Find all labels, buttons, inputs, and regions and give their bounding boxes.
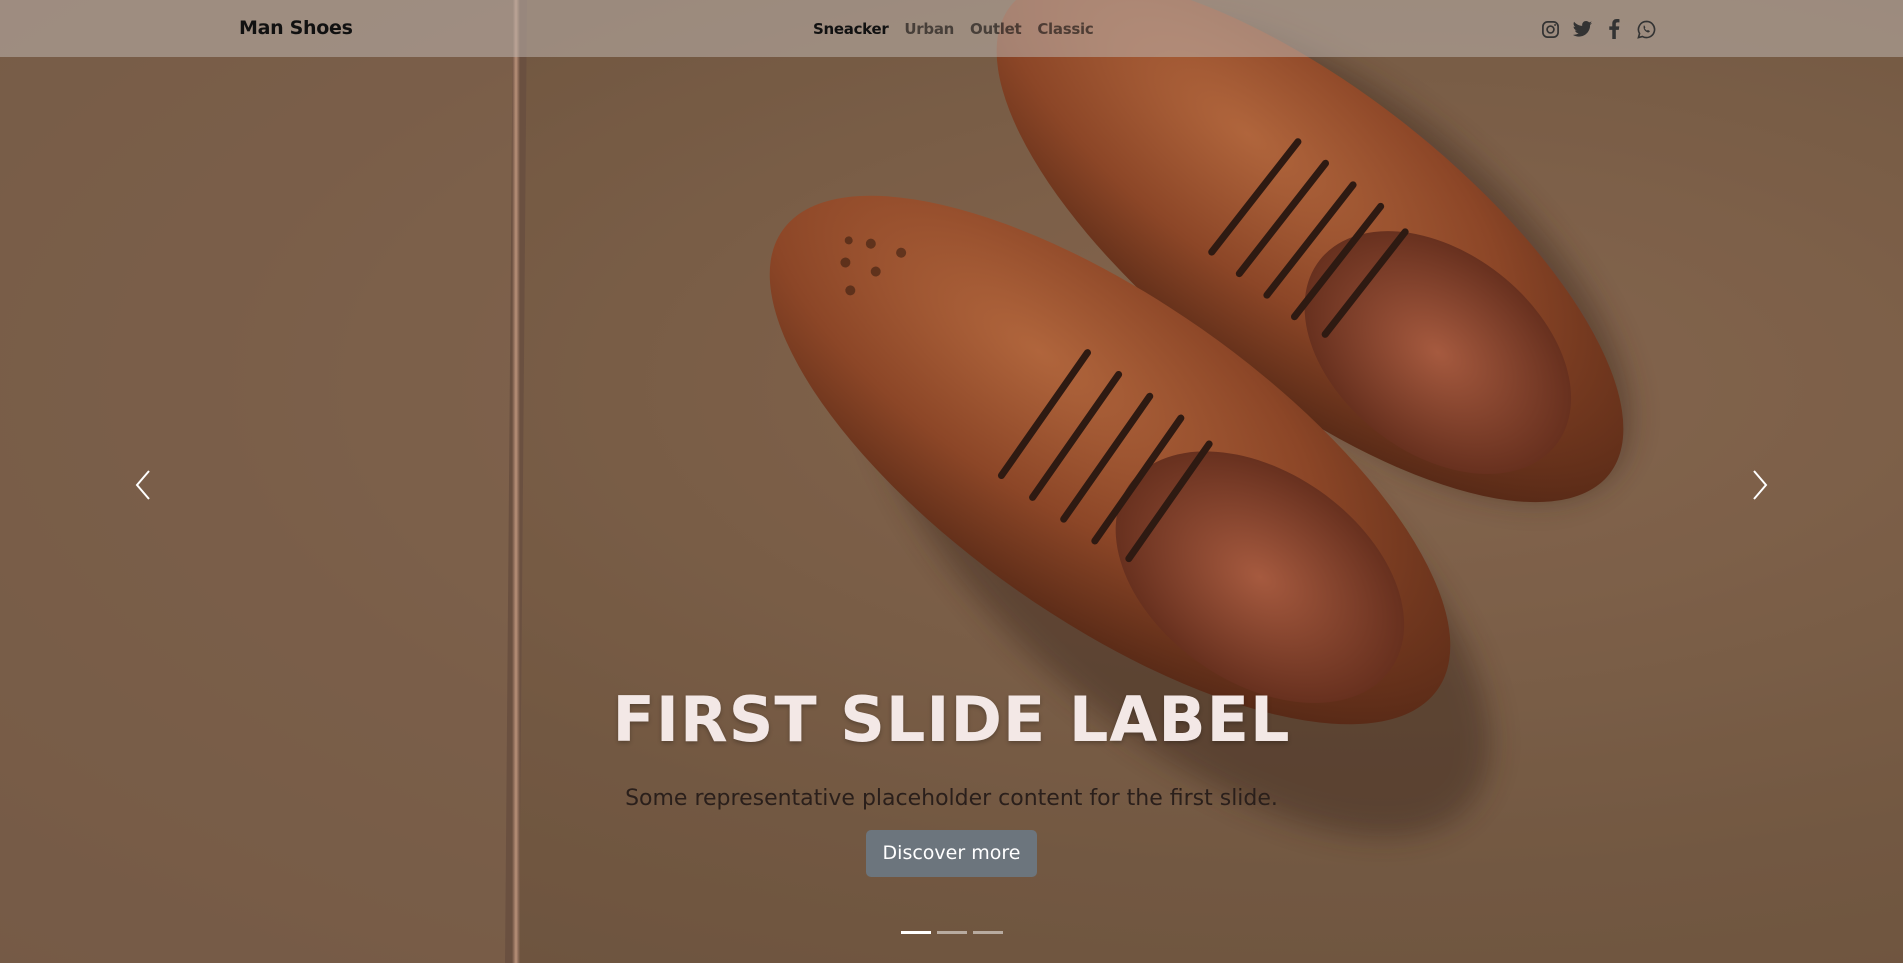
carousel-next-button[interactable] — [1740, 465, 1780, 505]
twitter-icon[interactable] — [1571, 18, 1593, 40]
discover-more-button[interactable]: Discover more — [865, 830, 1038, 877]
nav-link-outlet[interactable]: Outlet — [970, 20, 1022, 38]
slide-description: Some representative placeholder content … — [625, 786, 1278, 811]
navbar: Man Shoes Sneacker Urban Outlet Classic — [0, 0, 1903, 57]
nav-link-classic[interactable]: Classic — [1037, 20, 1093, 38]
nav-links: Sneacker Urban Outlet Classic — [813, 20, 1094, 38]
slide-title: FIRST SLIDE LABEL — [612, 683, 1291, 756]
carousel-indicator-2[interactable] — [937, 931, 967, 934]
whatsapp-icon[interactable] — [1635, 18, 1657, 40]
carousel-indicator-3[interactable] — [973, 931, 1003, 934]
hero-carousel: Man Shoes Sneacker Urban Outlet Classic — [0, 0, 1903, 963]
chevron-left-icon — [135, 470, 150, 500]
carousel-indicator-1[interactable] — [901, 931, 931, 934]
chevron-right-icon — [1753, 470, 1768, 500]
carousel-indicators — [901, 931, 1003, 934]
nav-link-urban[interactable]: Urban — [904, 20, 954, 38]
facebook-icon[interactable] — [1603, 18, 1625, 40]
brand-logo[interactable]: Man Shoes — [239, 17, 353, 39]
carousel-caption: FIRST SLIDE LABEL Some representative pl… — [0, 680, 1903, 877]
instagram-icon[interactable] — [1539, 18, 1561, 40]
nav-link-sneacker[interactable]: Sneacker — [813, 20, 889, 38]
social-links — [1539, 18, 1657, 40]
carousel-prev-button[interactable] — [123, 465, 163, 505]
